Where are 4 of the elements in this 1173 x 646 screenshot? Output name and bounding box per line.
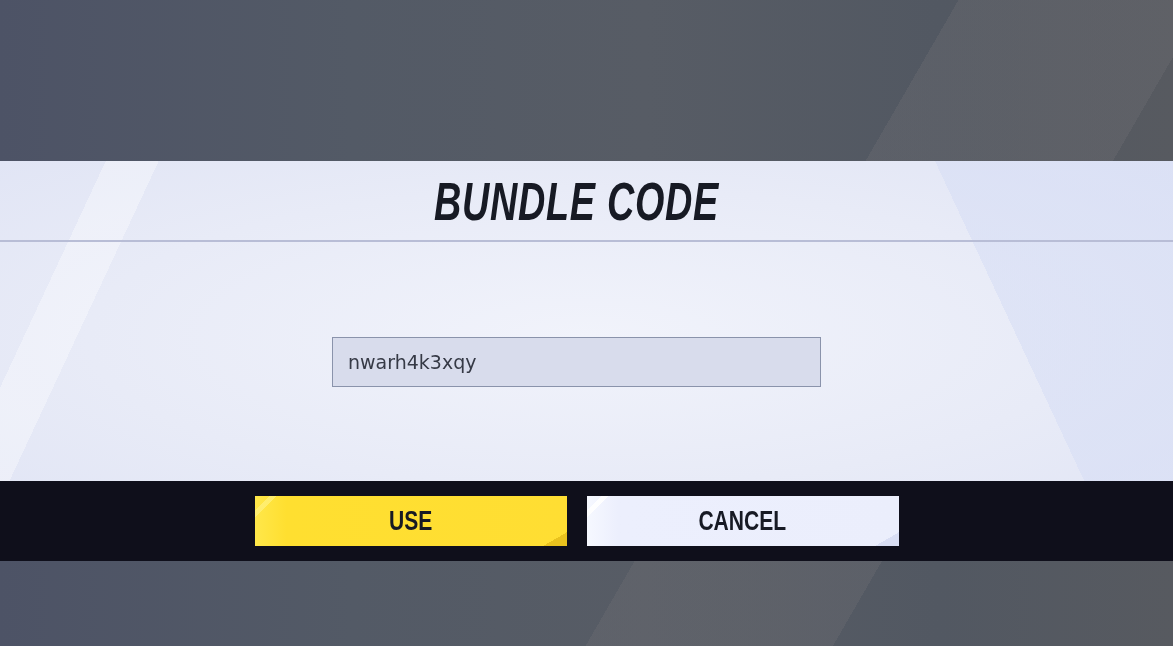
- use-button[interactable]: USE: [254, 496, 567, 546]
- dialog-title: BUNDLE CODE: [434, 173, 719, 228]
- cancel-button[interactable]: CANCEL: [586, 496, 899, 546]
- code-input-field[interactable]: nwarh4k3xqy: [332, 336, 821, 387]
